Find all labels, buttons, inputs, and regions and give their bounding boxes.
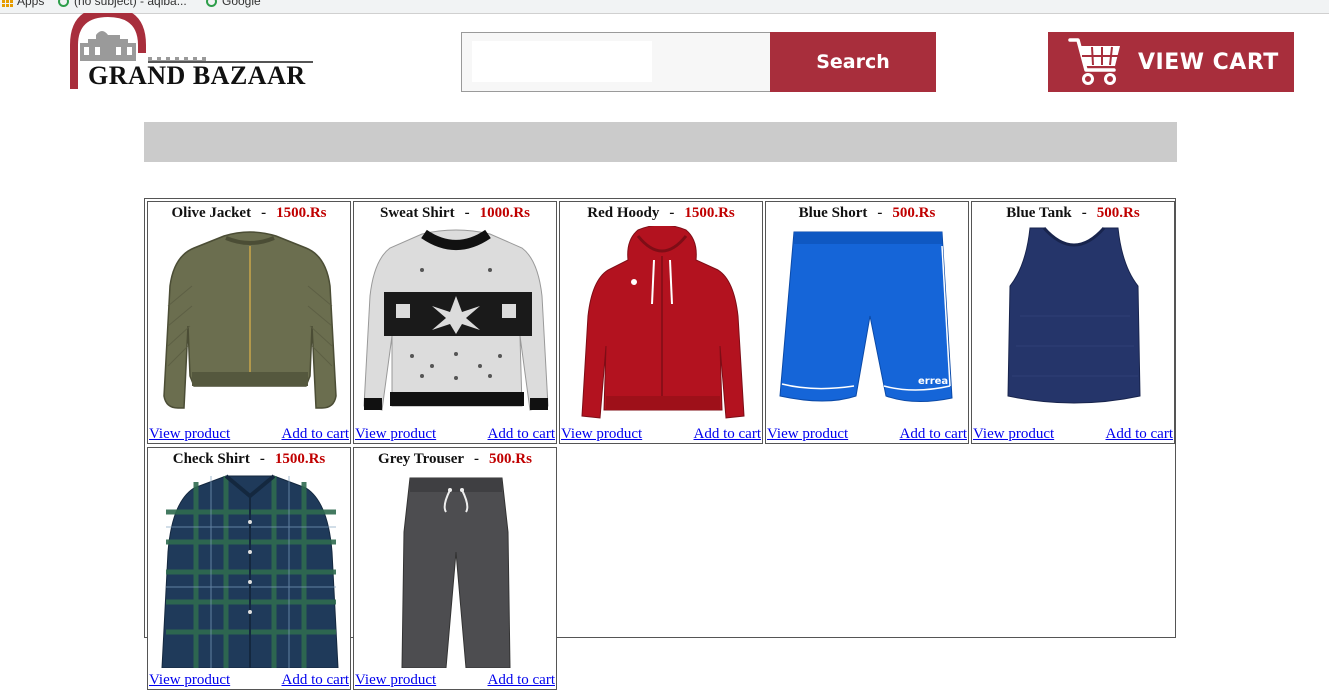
product-price: 1000.Rs [479, 205, 530, 221]
product-header: Olive Jacket -1500.Rs [148, 205, 350, 222]
product-separator: - [261, 205, 267, 221]
google-favicon-icon [206, 0, 217, 7]
site-logo[interactable]: GRAND BAZAAR [68, 7, 318, 93]
add-to-cart-link[interactable]: Add to cart [282, 672, 349, 689]
product-name: Check Shirt [172, 451, 250, 467]
product-header: Grey Trouser -500.Rs [354, 451, 556, 468]
bookmark-mail[interactable]: (no subject) - aqiba... [58, 0, 187, 8]
product-price: 500.Rs [489, 451, 532, 467]
bookmark-google[interactable]: Google [206, 0, 261, 8]
product-header: Blue Short -500.Rs [766, 205, 968, 222]
product-card: Red Hoody -1500.Rs View product Add to ca… [559, 201, 763, 444]
search-box [461, 32, 771, 92]
product-card: Blue Short -500.Rs errea View product Add… [765, 201, 969, 444]
product-card: Olive Jacket -1500.Rs View product Add to… [147, 201, 351, 444]
product-grid: Olive Jacket -1500.Rs View product Add to… [144, 198, 1176, 690]
product-separator: - [259, 451, 265, 467]
view-product-link[interactable]: View product [973, 426, 1054, 443]
product-card: Grey Trouser -500.Rs View product Add to … [353, 447, 557, 690]
product-name: Blue Short [798, 205, 868, 221]
view-product-link[interactable]: View product [149, 672, 230, 689]
sweat-shirt-image [363, 229, 549, 411]
grey-trouser-image [401, 477, 511, 668]
product-separator: - [669, 205, 675, 221]
search-button[interactable]: Search [770, 32, 936, 92]
apps-grid-icon [2, 0, 13, 7]
product-header: Red Hoody -1500.Rs [560, 205, 762, 222]
product-header: Blue Tank -500.Rs [972, 205, 1174, 222]
product-header: Sweat Shirt -1000.Rs [354, 205, 556, 222]
product-separator: - [464, 205, 470, 221]
bookmark-label: (no subject) - aqiba... [74, 0, 187, 8]
shopping-cart-icon [1068, 38, 1120, 85]
blue-short-image: errea [779, 231, 953, 403]
product-card: Blue Tank -500.Rs View product Add to car… [971, 201, 1175, 444]
view-cart-button[interactable]: VIEW CART [1048, 32, 1294, 92]
product-price: 1500.Rs [684, 205, 735, 221]
view-product-link[interactable]: View product [767, 426, 848, 443]
product-name: Blue Tank [1006, 205, 1072, 221]
bookmark-label: Apps [17, 0, 45, 8]
add-to-cart-link[interactable]: Add to cart [488, 426, 555, 443]
add-to-cart-link[interactable]: Add to cart [488, 672, 555, 689]
view-product-link[interactable]: View product [355, 672, 436, 689]
olive-jacket-image [163, 231, 337, 409]
logo-text: GRAND BAZAAR [88, 61, 306, 90]
category-bar [144, 122, 1177, 162]
red-hoody-image [581, 226, 745, 419]
product-name: Grey Trouser [378, 451, 465, 467]
product-separator: - [1081, 205, 1087, 221]
product-name: Olive Jacket [171, 205, 252, 221]
svg-text:errea: errea [918, 376, 948, 387]
product-header: Check Shirt -1500.Rs [148, 451, 350, 468]
product-price: 500.Rs [892, 205, 936, 221]
product-name: Red Hoody [587, 205, 660, 221]
product-price: 500.Rs [1096, 205, 1140, 221]
view-cart-label: VIEW CART [1138, 50, 1279, 75]
product-card: Check Shirt -1500.Rs View product Add to … [147, 447, 351, 690]
add-to-cart-link[interactable]: Add to cart [694, 426, 761, 443]
add-to-cart-link[interactable]: Add to cart [282, 426, 349, 443]
bookmarks-bar: Apps (no subject) - aqiba... Google [0, 0, 1329, 14]
product-separator: - [877, 205, 883, 221]
view-product-link[interactable]: View product [561, 426, 642, 443]
bookmark-label: Google [222, 0, 261, 8]
product-price: 1500.Rs [274, 451, 326, 467]
product-card: Sweat Shirt -1000.Rs View product Add to … [353, 201, 557, 444]
product-name: Sweat Shirt [379, 205, 455, 221]
mail-favicon-icon [58, 0, 69, 7]
view-product-link[interactable]: View product [149, 426, 230, 443]
add-to-cart-link[interactable]: Add to cart [900, 426, 967, 443]
product-price: 1500.Rs [276, 205, 327, 221]
view-product-link[interactable]: View product [355, 426, 436, 443]
product-separator: - [474, 451, 480, 467]
bookmark-apps[interactable]: Apps [2, 0, 44, 8]
blue-tank-image [1007, 227, 1141, 404]
check-shirt-image [161, 474, 339, 668]
add-to-cart-link[interactable]: Add to cart [1106, 426, 1173, 443]
search-input[interactable] [472, 41, 652, 82]
